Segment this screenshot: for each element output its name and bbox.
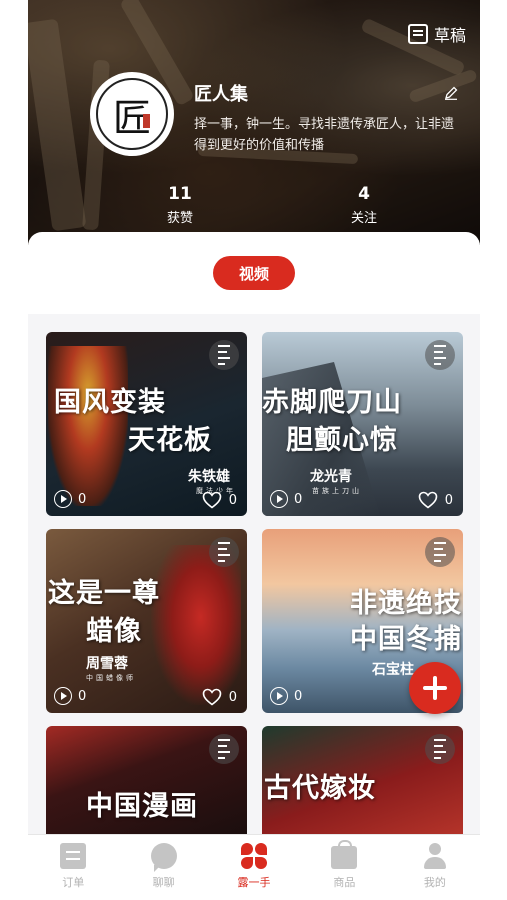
card-subtitle: 中国蜡像师 xyxy=(86,674,136,682)
following-label: 关注 xyxy=(350,211,377,226)
card-thumbnail xyxy=(48,346,128,506)
play-icon xyxy=(270,490,288,508)
nav-item-show[interactable]: 露一手 xyxy=(209,835,299,900)
me-icon xyxy=(422,843,448,869)
video-card[interactable]: 中国漫画 xyxy=(46,726,247,836)
card-title-line1: 中国漫画 xyxy=(86,791,198,822)
like-count-value: 0 xyxy=(228,492,237,508)
stat-following[interactable]: 4 关注 xyxy=(329,184,399,226)
bottom-nav: 订单 聊聊 露一手 商品 我的 xyxy=(28,834,480,900)
multi-image-icon xyxy=(425,537,455,567)
like-count-value: 0 xyxy=(444,492,453,508)
goods-icon xyxy=(331,840,358,869)
order-icon xyxy=(60,843,87,869)
like-count-value: 0 xyxy=(228,689,237,705)
card-title-line2: 胆颤心惊 xyxy=(286,425,398,456)
nav-label: 商品 xyxy=(333,876,356,889)
card-title-line2: 蜡像 xyxy=(86,616,142,647)
play-count: 0 xyxy=(270,490,302,508)
following-count: 4 xyxy=(358,184,370,204)
nav-label: 我的 xyxy=(423,876,446,889)
nav-label: 露一手 xyxy=(237,876,271,889)
card-title-line1: 这是一尊 xyxy=(48,578,160,609)
seal-mark xyxy=(143,114,150,128)
play-icon xyxy=(270,687,288,705)
video-card[interactable]: 赤脚爬刀山 胆颤心惊 龙光青 苗族上刀山 0 0 xyxy=(262,332,463,516)
card-title-line1: 赤脚爬刀山 xyxy=(262,387,402,418)
drafts-button[interactable]: 草稿 xyxy=(407,22,466,46)
multi-image-icon xyxy=(209,340,239,370)
likes-label: 获赞 xyxy=(166,211,193,226)
card-person: 周雪蓉 xyxy=(86,656,128,672)
nav-label: 聊聊 xyxy=(152,876,175,889)
profile-bio: 择一事，钟一生。寻找非遗传承匠人，让非遗得到更好的价值和传播 xyxy=(194,117,455,153)
add-post-button[interactable] xyxy=(409,662,461,714)
edit-pencil-icon[interactable] xyxy=(444,86,458,100)
nav-label: 订单 xyxy=(62,876,85,889)
nav-item-me[interactable]: 我的 xyxy=(390,835,480,900)
drafts-label: 草稿 xyxy=(433,26,466,45)
play-icon xyxy=(54,687,72,705)
play-count-value: 0 xyxy=(78,688,87,704)
card-person: 朱铁雄 xyxy=(188,469,230,485)
multi-image-icon xyxy=(209,537,239,567)
play-count-value: 0 xyxy=(78,491,87,507)
heart-icon xyxy=(202,688,222,706)
multi-image-icon xyxy=(209,734,239,764)
like-button[interactable]: 0 xyxy=(202,688,237,706)
heart-icon xyxy=(202,491,222,509)
stat-likes[interactable]: 11 获赞 xyxy=(145,184,215,226)
play-count: 0 xyxy=(54,490,86,508)
like-button[interactable]: 0 xyxy=(418,491,453,509)
video-card[interactable]: 这是一尊 蜡像 周雪蓉 中国蜡像师 0 0 xyxy=(46,529,247,713)
show-icon xyxy=(241,843,268,869)
likes-count: 11 xyxy=(168,184,192,204)
card-title-line1: 非遗绝技 xyxy=(350,588,462,619)
video-card[interactable]: 古代嫁妆 xyxy=(262,726,463,836)
play-count: 0 xyxy=(270,687,302,705)
card-title-line1: 国风变装 xyxy=(54,387,166,418)
play-icon xyxy=(54,490,72,508)
card-title-line2: 中国冬捕 xyxy=(350,624,462,655)
chat-icon xyxy=(150,843,177,872)
card-thumbnail xyxy=(151,545,241,705)
avatar[interactable]: 匠 xyxy=(90,72,174,156)
nav-item-chat[interactable]: 聊聊 xyxy=(118,835,208,900)
video-card[interactable]: 国风变装 天花板 朱铁雄 魔法少年 0 0 xyxy=(46,332,247,516)
profile-header: 草稿 匠 匠人集 择一事，钟一生。寻找非遗传承匠人，让非遗得到更好的价值和传播 … xyxy=(28,0,480,245)
multi-image-icon xyxy=(425,340,455,370)
multi-image-icon xyxy=(425,734,455,764)
nav-item-goods[interactable]: 商品 xyxy=(299,835,389,900)
profile-name: 匠人集 xyxy=(194,84,248,105)
play-count-value: 0 xyxy=(294,688,303,704)
card-subtitle: 苗族上刀山 xyxy=(312,487,362,495)
play-count-value: 0 xyxy=(294,491,303,507)
app-screen: 草稿 匠 匠人集 择一事，钟一生。寻找非遗传承匠人，让非遗得到更好的价值和传播 … xyxy=(28,0,480,900)
content-tabs: 视频 xyxy=(28,232,480,314)
play-count: 0 xyxy=(54,687,86,705)
avatar-logo: 匠 xyxy=(96,78,168,150)
tab-videos[interactable]: 视频 xyxy=(213,256,295,290)
draft-box-icon xyxy=(407,24,428,44)
like-button[interactable]: 0 xyxy=(202,491,237,509)
heart-icon xyxy=(418,491,438,509)
card-title-line2: 天花板 xyxy=(128,425,212,456)
nav-item-orders[interactable]: 订单 xyxy=(28,835,118,900)
card-title-line1: 古代嫁妆 xyxy=(264,773,376,804)
card-person: 石宝柱 xyxy=(372,662,414,678)
card-person: 龙光青 xyxy=(310,469,352,485)
